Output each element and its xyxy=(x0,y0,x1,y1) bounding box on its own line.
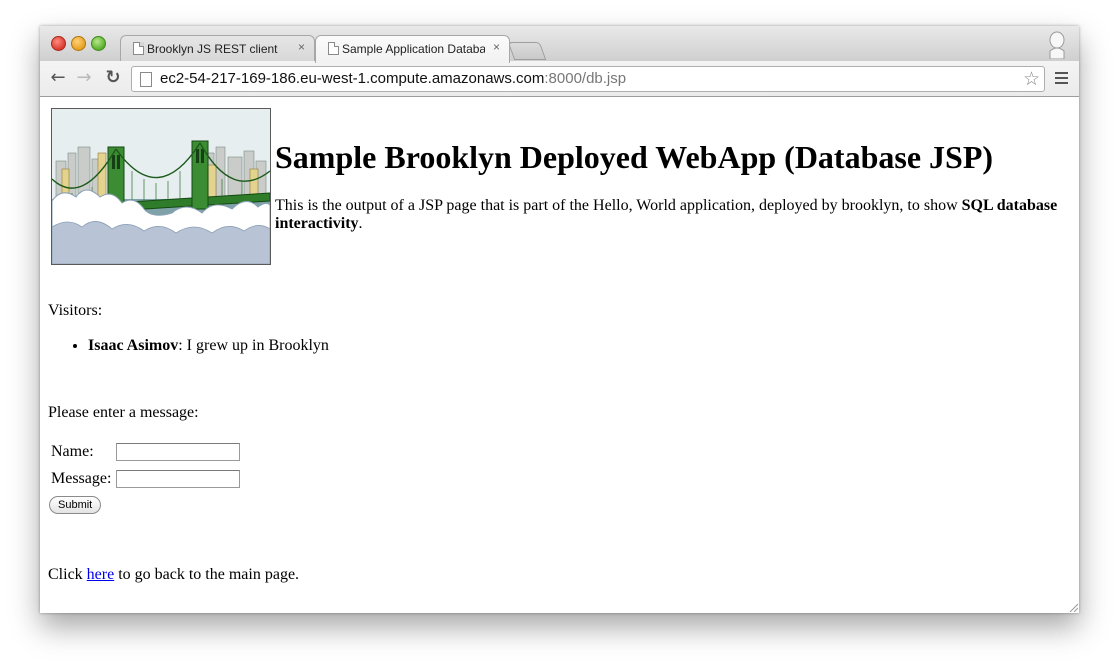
message-input[interactable] xyxy=(116,470,240,488)
forward-arrow-icon[interactable]: → xyxy=(74,68,94,88)
url-text[interactable]: ec2-54-217-169-186.eu-west-1.compute.ama… xyxy=(160,70,626,87)
document-icon xyxy=(133,42,144,55)
tab-title: Brooklyn JS REST client xyxy=(147,42,278,56)
star-icon[interactable]: ☆ xyxy=(1023,68,1040,90)
address-bar[interactable]: ec2-54-217-169-186.eu-west-1.compute.ama… xyxy=(131,66,1045,92)
main-page-link[interactable]: here xyxy=(87,566,115,583)
message-label: Message: xyxy=(51,470,112,487)
window-minimize-button[interactable] xyxy=(71,36,86,51)
title-bar: Brooklyn JS REST client × Sample Applica… xyxy=(40,26,1079,63)
url-host: ec2-54-217-169-186.eu-west-1.compute.ama… xyxy=(160,70,545,87)
page-title: Sample Brooklyn Deployed WebApp (Databas… xyxy=(275,139,994,175)
message-prompt: Please enter a message: xyxy=(48,404,199,421)
intro-end: . xyxy=(358,215,363,232)
browser-toolbar: ← → ↻ ec2-54-217-169-186.eu-west-1.compu… xyxy=(40,61,1079,97)
new-tab-button[interactable] xyxy=(507,42,547,60)
close-icon[interactable]: × xyxy=(493,40,500,54)
url-path: :8000/db.jsp xyxy=(544,70,627,87)
page-content: Sample Brooklyn Deployed WebApp (Databas… xyxy=(40,97,1079,613)
back-arrow-icon[interactable]: ← xyxy=(48,68,68,88)
name-input[interactable] xyxy=(116,443,240,461)
name-label: Name: xyxy=(51,443,94,460)
brooklyn-bridge-logo xyxy=(51,108,271,265)
visitor-name: Isaac Asimov xyxy=(88,337,179,354)
resize-handle-icon[interactable] xyxy=(1068,602,1078,612)
tab-brooklyn-rest-client[interactable]: Brooklyn JS REST client × xyxy=(120,35,315,63)
visitors-label: Visitors: xyxy=(48,302,103,319)
close-icon[interactable]: × xyxy=(298,40,305,54)
visitors-list: Isaac Asimov: I grew up in Brooklyn xyxy=(68,337,329,355)
document-icon xyxy=(328,42,339,55)
page-icon xyxy=(140,72,152,87)
tab-title: Sample Application Database xyxy=(342,42,485,56)
visitor-message: : I grew up in Brooklyn xyxy=(178,337,329,354)
submit-button[interactable]: Submit xyxy=(49,496,102,514)
window-zoom-button[interactable] xyxy=(91,36,106,51)
list-item: Isaac Asimov: I grew up in Brooklyn xyxy=(88,337,329,355)
browser-window: Brooklyn JS REST client × Sample Applica… xyxy=(40,26,1079,613)
footer-text: Click here to go back to the main page. xyxy=(48,566,299,584)
intro-text: This is the output of a JSP page that is… xyxy=(275,197,962,214)
menu-icon[interactable] xyxy=(1055,72,1068,84)
window-close-button[interactable] xyxy=(51,36,66,51)
footer-before: Click xyxy=(48,566,87,583)
tab-sample-application-database[interactable]: Sample Application Database × xyxy=(315,35,510,63)
reload-icon[interactable]: ↻ xyxy=(103,68,123,88)
footer-after: to go back to the main page. xyxy=(114,566,300,583)
profile-icon[interactable] xyxy=(1048,31,1066,59)
intro-paragraph: This is the output of a JSP page that is… xyxy=(275,197,1065,233)
